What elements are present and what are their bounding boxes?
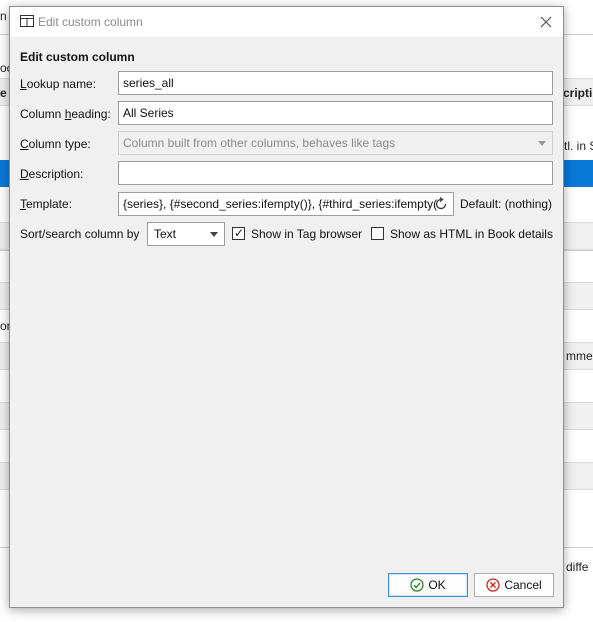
bg-fragment: cripti [563,86,593,100]
column-type-label: Column type: [20,137,91,151]
cancel-label: Cancel [504,578,542,592]
sort-search-select[interactable]: Text [147,222,225,246]
checkmark-icon: ✓ [234,226,245,240]
bg-fragment: tl. in S [564,139,593,153]
column-heading-label: Column heading: [20,107,111,121]
section-heading: Edit custom column [20,50,135,64]
bg-fragment: n [0,9,7,23]
cancel-button[interactable]: Cancel [474,573,554,597]
show-as-html-label[interactable]: Show as HTML in Book details [390,227,553,241]
template-default-text: Default: (nothing) [460,197,553,211]
column-type-select: Column built from other columns, behaves… [118,131,553,155]
column-type-value: Column built from other columns, behaves… [123,136,396,150]
bg-fragment: mmel [566,349,593,363]
chevron-down-icon [210,232,218,237]
cancel-circle-icon [486,578,500,592]
template-label: Template: [20,197,73,211]
edit-custom-column-dialog: Edit custom column Edit custom column Lo… [9,6,564,608]
show-in-tag-browser-checkbox[interactable]: ✓ [232,226,245,240]
title-bar[interactable]: Edit custom column [10,7,563,37]
check-circle-icon [410,578,424,592]
column-heading-input[interactable] [118,101,553,125]
show-in-tag-browser-label[interactable]: Show in Tag browser [251,227,362,241]
template-input[interactable]: {series}, {#second_series:ifempty()}, {#… [118,192,454,216]
ok-label: OK [428,578,446,592]
lookup-name-label: Lookup name: [20,77,97,91]
description-label: Description: [20,167,84,181]
template-value: {series}, {#second_series:ifempty()}, {#… [123,197,438,211]
chevron-down-icon [538,141,546,146]
dialog-title: Edit custom column [38,15,143,29]
close-icon[interactable] [537,13,555,31]
sort-search-value: Text [154,227,177,241]
bg-fragment: e [0,86,7,100]
description-input[interactable] [118,161,553,185]
refresh-icon[interactable] [433,196,449,212]
ok-button[interactable]: OK [388,573,468,597]
sort-search-label: Sort/search column by [20,227,140,241]
bg-fragment: diffe [566,560,589,574]
show-as-html-checkbox[interactable] [371,227,384,240]
lookup-name-input[interactable] [118,71,553,95]
column-icon [20,15,34,27]
